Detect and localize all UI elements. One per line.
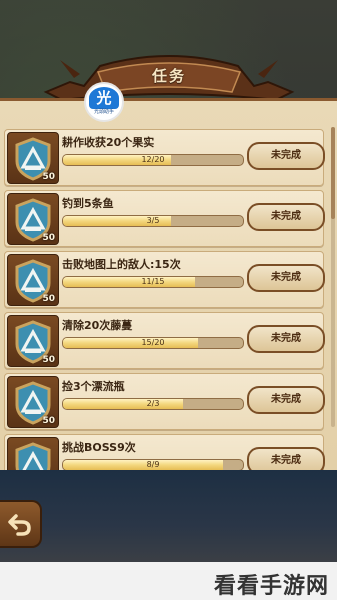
progress-text: 11/15	[141, 277, 165, 286]
watermark-strip: 看看手游网	[0, 562, 337, 600]
task-level: 50	[42, 172, 55, 182]
progress-bar: 15/20	[62, 337, 244, 349]
task-row: 50 捡3个漂流瓶 2/3 未完成	[4, 373, 325, 430]
task-row: 50 击败地图上的敌人:15次 11/15 未完成	[4, 251, 325, 308]
task-name: 击败地图上的敌人:15次	[62, 258, 181, 271]
progress-text: 12/20	[141, 155, 165, 164]
site-logo: 光 光頭助手	[84, 82, 124, 122]
task-level: 50	[42, 416, 55, 426]
task-badge: 50	[7, 437, 59, 473]
task-row: 50 清除20次藤蔓 15/20 未完成	[4, 312, 325, 369]
task-panel: 50 耕作收获20个果实 12/20 未完成 50 钓到5条鱼 3/5 未完成	[0, 98, 337, 473]
task-name: 挑战BOSS9次	[62, 441, 136, 454]
watermark-text: 看看手游网	[213, 574, 329, 599]
task-badge: 50	[7, 315, 59, 367]
task-name: 耕作收获20个果实	[62, 136, 155, 149]
task-row: 50 耕作收获20个果实 12/20 未完成	[4, 129, 325, 186]
task-row: 50 钓到5条鱼 3/5 未完成	[4, 190, 325, 247]
task-badge: 50	[7, 376, 59, 428]
shield-tent-icon	[15, 442, 51, 473]
progress-text: 2/3	[146, 399, 160, 408]
task-badge: 50	[7, 132, 59, 184]
back-button[interactable]	[0, 500, 42, 548]
task-level: 50	[42, 233, 55, 243]
scrollbar-thumb[interactable]	[331, 127, 335, 219]
progress-text: 3/5	[146, 216, 160, 225]
task-level: 50	[42, 355, 55, 365]
footer-bar	[0, 470, 337, 562]
task-badge: 50	[7, 254, 59, 306]
status-button[interactable]: 未完成	[247, 203, 325, 231]
status-button[interactable]: 未完成	[247, 142, 325, 170]
progress-text: 8/9	[146, 460, 160, 469]
status-button[interactable]: 未完成	[247, 264, 325, 292]
progress-bar: 2/3	[62, 398, 244, 410]
progress-bar: 3/5	[62, 215, 244, 227]
status-button[interactable]: 未完成	[247, 325, 325, 353]
progress-bar: 11/15	[62, 276, 244, 288]
logo-subtitle: 光頭助手	[93, 109, 114, 115]
task-name: 清除20次藤蔓	[62, 319, 133, 332]
back-arrow-icon	[8, 514, 31, 536]
progress-text: 15/20	[141, 338, 165, 347]
page-title: 任务	[151, 67, 186, 85]
task-badge: 50	[7, 193, 59, 245]
status-button[interactable]: 未完成	[247, 386, 325, 414]
task-level: 50	[42, 294, 55, 304]
task-name: 钓到5条鱼	[62, 197, 114, 210]
task-row: 50 挑战BOSS9次 8/9 未完成	[4, 434, 325, 473]
progress-bar: 12/20	[62, 154, 244, 166]
logo-glyph: 光	[89, 87, 119, 109]
task-name: 捡3个漂流瓶	[62, 380, 125, 393]
